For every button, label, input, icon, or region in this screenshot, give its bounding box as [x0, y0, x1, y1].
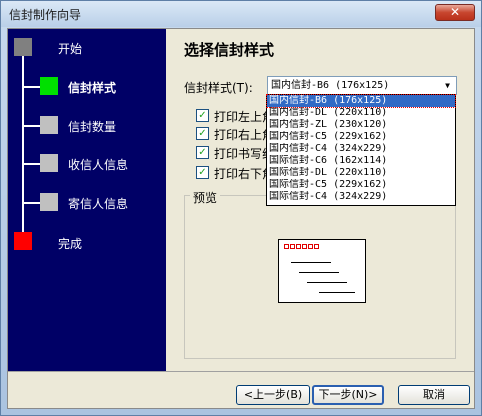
step-marker-sender	[40, 193, 58, 211]
postcode-box	[284, 244, 289, 249]
chevron-down-icon[interactable]: ▼	[440, 78, 455, 93]
dropdown-option[interactable]: 国内信封-B6 (176x125)	[266, 94, 456, 108]
dropdown-option[interactable]: 国内信封-ZL (230x120)	[267, 119, 455, 131]
step-label-envelope-count: 信封数量	[68, 120, 117, 134]
address-line	[299, 272, 339, 273]
preview-label: 预览	[190, 189, 221, 206]
checkbox-top-left[interactable]: ✓	[196, 109, 209, 122]
dropdown-option[interactable]: 国际信封-DL (220x110)	[267, 167, 455, 179]
dropdown-option[interactable]: 国际信封-C5 (229x162)	[267, 179, 455, 191]
envelope-preview	[278, 239, 366, 303]
step-label-finish: 完成	[58, 237, 83, 251]
postcode-box	[302, 244, 307, 249]
step-label-recipient: 收信人信息	[68, 158, 129, 172]
dropdown-option[interactable]: 国际信封-C4 (324x229)	[267, 191, 455, 203]
step-marker-finish	[14, 232, 32, 250]
dropdown-option[interactable]: 国际信封-C6 (162x114)	[267, 155, 455, 167]
step-marker-envelope-style	[40, 77, 58, 95]
sender-line	[319, 292, 355, 293]
back-button[interactable]: <上一步(B)	[236, 385, 310, 405]
step-label-sender: 寄信人信息	[68, 197, 129, 211]
envelope-style-label: 信封样式(T):	[184, 81, 253, 95]
footer-separator	[8, 371, 474, 372]
envelope-style-select[interactable]: 国内信封-B6 (176x125) ▼	[267, 76, 457, 95]
checkbox-label-writing-lines[interactable]: 打印书写线	[214, 145, 274, 162]
step-connector-line	[22, 43, 24, 241]
envelope-style-value: 国内信封-B6 (176x125)	[271, 80, 390, 91]
postcode-box	[296, 244, 301, 249]
postcode-box	[308, 244, 313, 249]
page-title: 选择信封样式	[184, 41, 275, 59]
close-button[interactable]: ✕	[435, 4, 475, 21]
step-sidebar: 开始 信封样式 信封数量 收信人信息 寄信人信息 完成	[8, 29, 166, 371]
checkbox-label-top-left[interactable]: 打印左上角	[214, 108, 274, 125]
window-title: 信封制作向导	[9, 8, 82, 22]
postcode-box	[290, 244, 295, 249]
step-marker-start	[14, 38, 32, 56]
dropdown-option[interactable]: 国内信封-C5 (229x162)	[267, 131, 455, 143]
step-label-envelope-style: 信封样式	[68, 81, 117, 95]
checkbox-top-right[interactable]: ✓	[196, 127, 209, 140]
next-button[interactable]: 下一步(N)>	[312, 385, 384, 405]
checkbox-label-bottom-right[interactable]: 打印右下角	[214, 165, 274, 182]
wizard-window: 信封制作向导 ✕ 开始 信封样式 信封数量 收信人信息 寄信人信息 完成 选择信…	[0, 0, 482, 416]
cancel-button[interactable]: 取消	[398, 385, 470, 405]
checkbox-writing-lines[interactable]: ✓	[196, 146, 209, 159]
wizard-client: 开始 信封样式 信封数量 收信人信息 寄信人信息 完成 选择信封样式 信封样式(…	[7, 28, 475, 409]
envelope-style-dropdown: 国内信封-B6 (176x125) 国内信封-DL (220x110) 国内信封…	[266, 94, 456, 206]
checkbox-label-top-right[interactable]: 打印右上角	[214, 126, 274, 143]
address-line	[307, 282, 347, 283]
address-line	[291, 262, 331, 263]
step-marker-recipient	[40, 154, 58, 172]
step-marker-envelope-count	[40, 116, 58, 134]
step-label-start: 开始	[58, 42, 83, 56]
checkbox-bottom-right[interactable]: ✓	[196, 166, 209, 179]
title-bar[interactable]: 信封制作向导 ✕	[1, 1, 481, 27]
dropdown-option[interactable]: 国内信封-DL (220x110)	[267, 107, 455, 119]
postcode-box	[314, 244, 319, 249]
dropdown-option[interactable]: 国内信封-C4 (324x229)	[267, 143, 455, 155]
